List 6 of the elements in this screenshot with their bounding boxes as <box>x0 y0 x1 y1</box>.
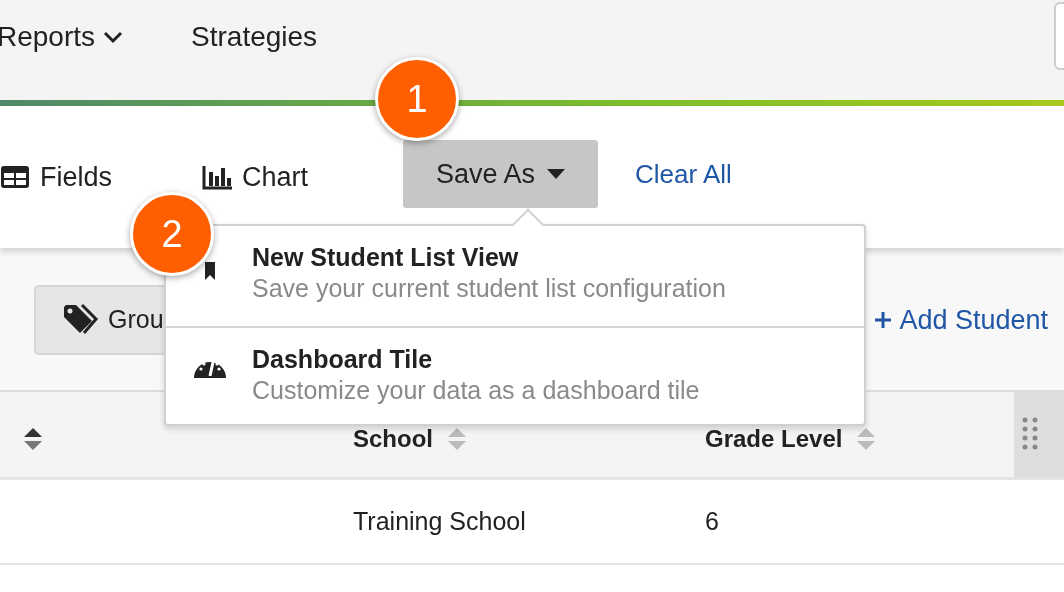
menu-item-description: Save your current student list configuration <box>252 273 726 305</box>
menu-item-description: Customize your data as a dashboard tile <box>252 375 700 407</box>
menu-item-title: New Student List View <box>252 242 520 273</box>
table-cell-text: 6 <box>704 505 720 537</box>
table-cell-text: Training School <box>352 505 527 537</box>
menu-item-title: Dashboard Tile <box>252 344 434 375</box>
